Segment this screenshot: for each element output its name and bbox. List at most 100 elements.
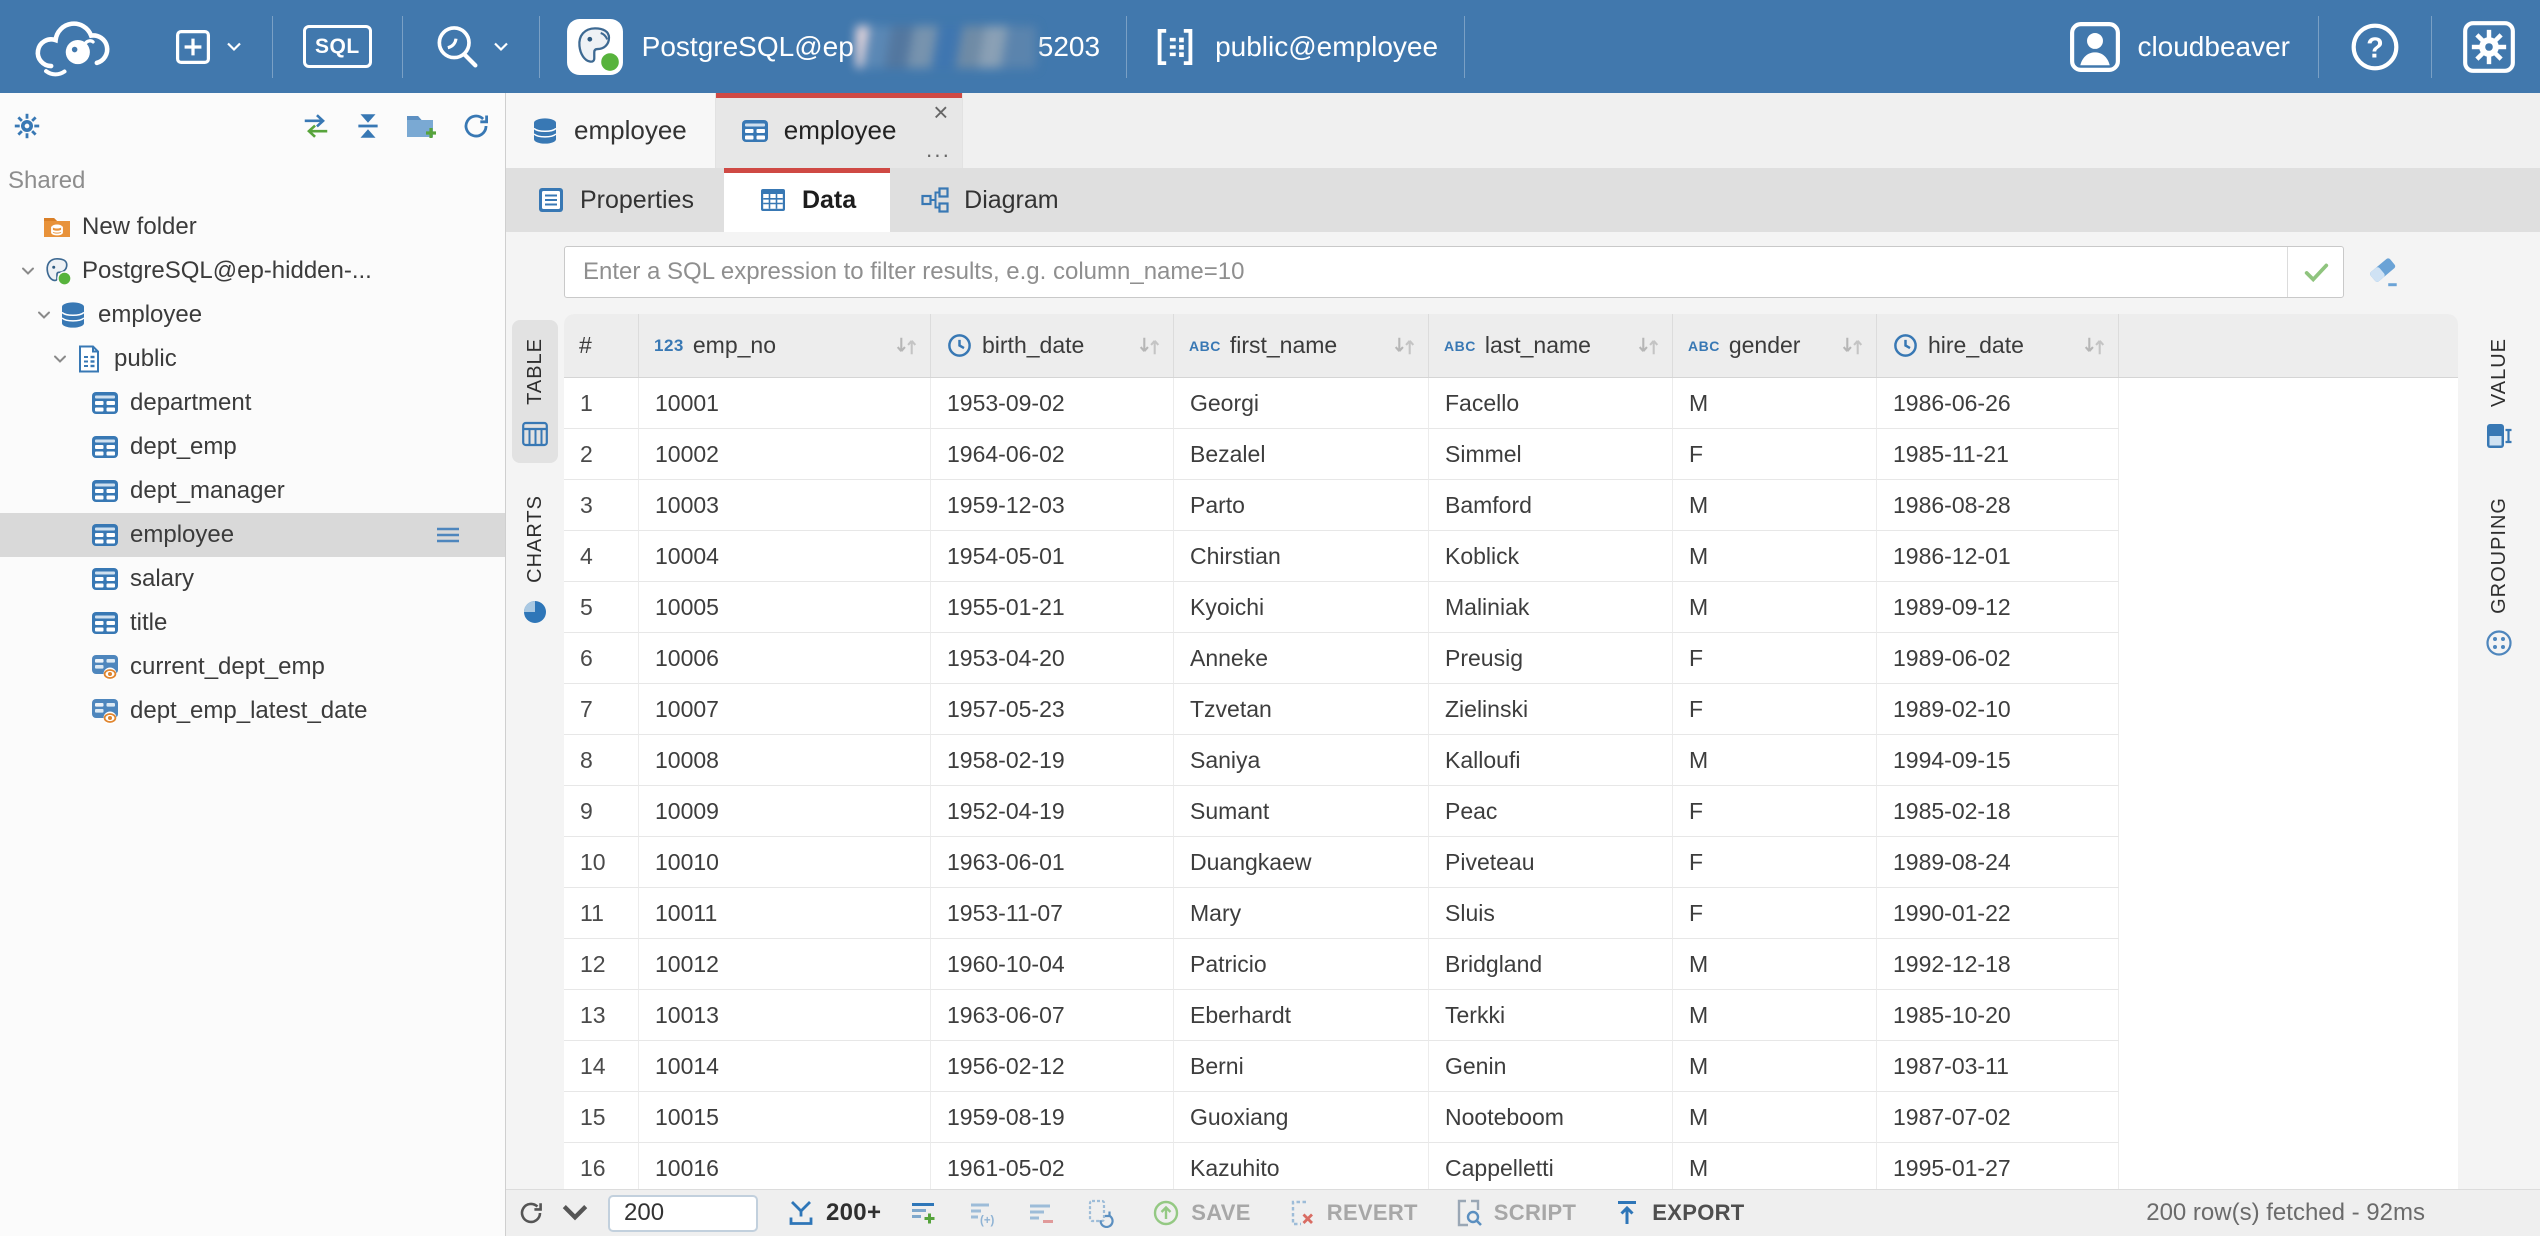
table-cell[interactable]: M [1673,939,1877,990]
sort-icon[interactable] [1839,334,1866,358]
table-cell[interactable]: 1957-05-23 [931,684,1174,735]
table-cell[interactable]: 1963-06-07 [931,990,1174,1041]
table-cell[interactable]: Tzvetan [1174,684,1429,735]
tree-item-new-folder[interactable]: New folder [0,205,505,249]
table-cell[interactable]: F [1673,429,1877,480]
revert-button[interactable]: REVERT [1287,1198,1418,1228]
table-cell[interactable]: Duangkaew [1174,837,1429,888]
table-cell[interactable]: 1987-03-11 [1877,1041,2119,1092]
table-cell[interactable]: 10004 [639,531,931,582]
table-cell[interactable]: Zielinski [1429,684,1673,735]
table-cell[interactable]: 10014 [639,1041,931,1092]
tab-diagram[interactable]: Diagram [890,168,1088,232]
tab-employee-table[interactable]: employee × ··· [716,93,964,168]
duplicate-row-icon[interactable]: (+) [967,1198,999,1228]
table-cell[interactable]: 1995-01-27 [1877,1143,2119,1189]
table-cell[interactable]: 1953-11-07 [931,888,1174,939]
sort-icon[interactable] [1635,334,1662,358]
table-cell[interactable]: 1989-02-10 [1877,684,2119,735]
table-cell[interactable]: Preusig [1429,633,1673,684]
column-header-gender[interactable]: ABCgender [1673,314,1877,377]
table-cell[interactable]: Simmel [1429,429,1673,480]
sort-icon[interactable] [893,334,920,358]
save-button[interactable]: SAVE [1151,1198,1250,1228]
table-cell[interactable]: M [1673,480,1877,531]
tab-value-panel[interactable]: VALUE [2476,320,2522,465]
settings-button[interactable] [2452,14,2526,80]
table-cell[interactable]: M [1673,735,1877,786]
table-cell[interactable]: M [1673,1143,1877,1189]
table-cell[interactable]: Bridgland [1429,939,1673,990]
fetch-next-page-button[interactable]: 200+ [786,1198,881,1228]
tab-overflow-icon[interactable]: ··· [925,144,950,166]
table-cell[interactable]: 1960-10-04 [931,939,1174,990]
tab-data[interactable]: Data [724,168,890,232]
table-cell[interactable]: F [1673,684,1877,735]
close-tab-icon[interactable]: × [933,99,948,125]
table-cell[interactable]: M [1673,1092,1877,1143]
sql-editor-button[interactable]: SQL [293,19,382,74]
sidebar-settings-gear-icon[interactable] [12,111,42,141]
apply-changes-icon[interactable] [1085,1198,1115,1228]
table-cell[interactable]: 1987-07-02 [1877,1092,2119,1143]
refresh-tree-icon[interactable] [461,111,491,141]
table-cell[interactable]: Bezalel [1174,429,1429,480]
sync-connections-icon[interactable] [301,111,331,141]
table-cell[interactable]: 1985-10-20 [1877,990,2119,1041]
collapse-all-icon[interactable] [353,111,383,141]
table-cell[interactable]: Bamford [1429,480,1673,531]
table-cell[interactable]: 1986-06-26 [1877,378,2119,429]
fetch-size-input[interactable] [608,1195,758,1232]
table-cell[interactable]: Patricio [1174,939,1429,990]
tab-employee-database[interactable]: employee [506,93,716,168]
table-cell[interactable]: 10007 [639,684,931,735]
table-cell[interactable]: Piveteau [1429,837,1673,888]
new-folder-icon[interactable] [405,111,439,141]
sort-icon[interactable] [1391,334,1418,358]
table-cell[interactable]: Parto [1174,480,1429,531]
table-cell[interactable]: 10008 [639,735,931,786]
table-cell[interactable]: Chirstian [1174,531,1429,582]
table-cell[interactable]: 1986-08-28 [1877,480,2119,531]
table-cell[interactable]: Peac [1429,786,1673,837]
table-cell[interactable]: 10015 [639,1092,931,1143]
tree-item-public[interactable]: public [0,337,505,381]
table-cell[interactable]: 1986-12-01 [1877,531,2119,582]
table-cell[interactable]: 1958-02-19 [931,735,1174,786]
tab-properties[interactable]: Properties [506,168,724,232]
table-cell[interactable]: 1994-09-15 [1877,735,2119,786]
table-cell[interactable]: 1959-12-03 [931,480,1174,531]
table-cell[interactable]: Sumant [1174,786,1429,837]
table-cell[interactable]: 1985-02-18 [1877,786,2119,837]
table-cell[interactable]: Berni [1174,1041,1429,1092]
table-cell[interactable]: 10009 [639,786,931,837]
table-cell[interactable]: Saniya [1174,735,1429,786]
table-cell[interactable]: 1989-09-12 [1877,582,2119,633]
table-cell[interactable]: 10012 [639,939,931,990]
search-tools-button[interactable] [423,17,519,77]
script-button[interactable]: SCRIPT [1454,1198,1576,1228]
table-cell[interactable]: F [1673,837,1877,888]
table-cell[interactable]: 1990-01-22 [1877,888,2119,939]
table-cell[interactable]: 10002 [639,429,931,480]
table-cell[interactable]: Eberhardt [1174,990,1429,1041]
table-cell[interactable]: 1954-05-01 [931,531,1174,582]
tree-item-dept-emp-latest-date[interactable]: dept_emp_latest_date [0,689,505,733]
hamburger-icon[interactable] [433,520,463,550]
table-cell[interactable]: Anneke [1174,633,1429,684]
tree-item-postgresql-ep-hidden[interactable]: PostgreSQL@ep-hidden-... [0,249,505,293]
table-cell[interactable]: Guoxiang [1174,1092,1429,1143]
tab-table-presentation[interactable]: TABLE [512,320,558,463]
table-cell[interactable]: 10001 [639,378,931,429]
table-cell[interactable]: 1961-05-02 [931,1143,1174,1189]
table-cell[interactable]: M [1673,990,1877,1041]
table-cell[interactable]: F [1673,888,1877,939]
sql-filter-input[interactable] [565,247,2287,297]
table-cell[interactable]: Georgi [1174,378,1429,429]
tree-expander-icon[interactable] [30,304,58,326]
column-header-birth_date[interactable]: birth_date [931,314,1174,377]
table-cell[interactable]: 1952-04-19 [931,786,1174,837]
clear-filter-eraser-icon[interactable] [2366,254,2402,290]
tree-item-salary[interactable]: salary [0,557,505,601]
add-row-icon[interactable] [909,1198,939,1228]
